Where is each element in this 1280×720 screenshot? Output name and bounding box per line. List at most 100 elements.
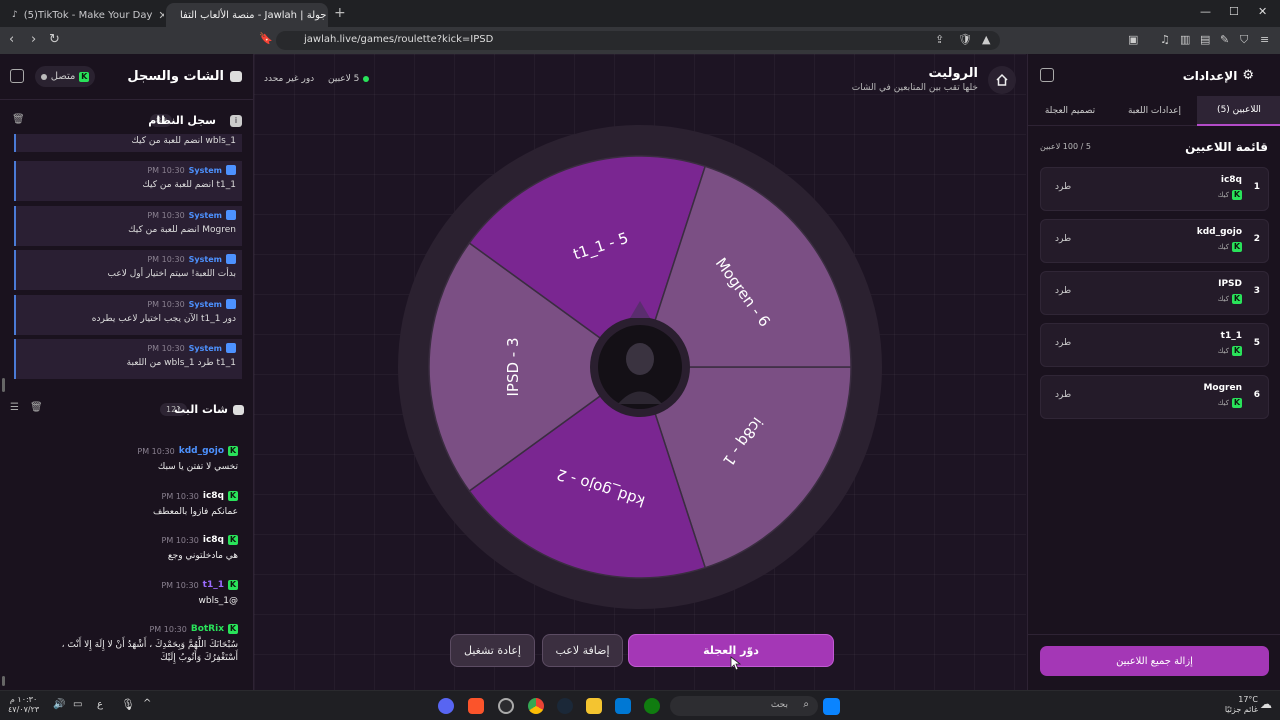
kick-icon: K [1232, 190, 1242, 200]
timestamp: 10:30 PM [161, 491, 199, 501]
tiktok-icon: ♪ [12, 10, 18, 20]
reset-button[interactable]: إعادة تشغيل [450, 634, 535, 667]
tab-label: تصميم العجلة [1044, 106, 1096, 116]
kick-icon: K [228, 624, 238, 634]
kick-icon: K [1232, 294, 1242, 304]
remove-all-players-button[interactable]: إزالة جميع اللاعبين [1040, 646, 1269, 676]
kick-player-button[interactable]: طرد [1055, 390, 1071, 400]
player-platform: K كيك [1218, 346, 1242, 356]
player-number: 6 [1253, 390, 1260, 400]
close-tab-icon[interactable]: ✕ [158, 9, 164, 22]
kick-player-button[interactable]: طرد [1055, 182, 1071, 192]
kick-player-button[interactable]: طرد [1055, 338, 1071, 348]
system-tray: ١٠:٣٠ م ٤٧/٠٧/٢٣ [8, 695, 39, 715]
settings-title: ⚙ الإعدادات [1183, 68, 1254, 83]
settings-tabs: اللاعبين (5) إعدادات اللعبة تصميم العجلة [1028, 96, 1280, 126]
volume-icon[interactable]: 🔊 [53, 699, 65, 710]
divider [1028, 634, 1280, 635]
forward-icon[interactable]: › [31, 32, 36, 47]
home-button[interactable] [988, 66, 1016, 94]
language-indicator[interactable]: ع [97, 699, 103, 710]
discord-icon[interactable] [438, 698, 454, 714]
microphone-icon[interactable]: 🎙 [121, 698, 135, 711]
kick-player-button[interactable]: طرد [1055, 286, 1071, 296]
tab-wheel-design[interactable]: تصميم العجلة [1028, 96, 1112, 126]
brave-shield-icon[interactable]: 🛡 [958, 33, 972, 46]
share-icon[interactable]: ⇪ [935, 33, 944, 46]
collapse-panel-icon[interactable] [1040, 68, 1054, 82]
brave-icon[interactable] [468, 698, 484, 714]
chat-username: BotRix [190, 624, 224, 634]
player-list-title: قائمة اللاعبين [1185, 140, 1268, 154]
timestamp: 10:30 PM [147, 299, 185, 309]
player-name: t1_1 [1220, 331, 1242, 341]
chevron-up-icon[interactable]: ^ [143, 698, 151, 709]
menu-icon[interactable]: ≡ [1260, 33, 1269, 46]
screenshot-icon[interactable]: ▣ [1128, 33, 1138, 46]
chat-message: Kic8q 10:30 PM عمانكم فازوا بالمعطف [0, 491, 254, 517]
player-number: 3 [1253, 286, 1260, 296]
kick-icon: K [228, 535, 238, 545]
settings-title-text: الإعدادات [1182, 68, 1238, 83]
add-player-label: إضافة لاعب [555, 644, 610, 657]
taskbar-search[interactable]: بحث ⌕ [670, 696, 818, 716]
system-log-header: 🗑 84 سجل النظام i [0, 109, 254, 135]
minimize-icon[interactable]: — [1200, 5, 1211, 18]
sender-name: System [188, 343, 222, 353]
reload-icon[interactable]: ↻ [49, 32, 60, 47]
steam-icon[interactable] [557, 698, 573, 714]
browser-tab-tiktok[interactable]: ♪ (5)TikTok - Make Your Day ✕ [4, 3, 164, 27]
chat-username: t1_1 [202, 580, 224, 590]
platform-label: كيك [1217, 399, 1229, 407]
info-icon: i [230, 115, 242, 127]
player-row: 3 IPSD K كيك طرد [1040, 271, 1269, 315]
chat-scrollbar[interactable] [2, 676, 5, 686]
wallet-icon[interactable]: ▤ [1200, 33, 1210, 46]
maximize-icon[interactable]: ☐ [1229, 5, 1239, 18]
music-icon[interactable]: ♫ [1160, 33, 1170, 46]
add-player-button[interactable]: إضافة لاعب [542, 634, 623, 667]
filter-icon[interactable]: ☰ [10, 402, 19, 413]
file-explorer-icon[interactable] [586, 698, 602, 714]
tab-title: جولة | Jawlah - منصة الألعاب التفا [180, 9, 327, 21]
xbox-icon[interactable] [644, 698, 660, 714]
close-window-icon[interactable]: ✕ [1258, 5, 1267, 18]
trash-icon[interactable]: 🗑 [12, 114, 25, 125]
player-platform: K كيك [1218, 398, 1242, 408]
chat-message: Kt1_1 10:30 PM @wbls_1 [0, 580, 254, 606]
network-icon[interactable]: ▭ [73, 699, 82, 710]
collapse-panel-icon[interactable] [10, 69, 24, 83]
timestamp: 10:30 PM [147, 210, 185, 220]
log-scrollbar[interactable] [2, 378, 5, 392]
online-dot-icon [363, 76, 370, 82]
back-icon[interactable]: ‹ [9, 32, 14, 47]
kick-icon: K [1232, 346, 1242, 356]
stream-chat-header: ☰ 🗑 121 شات البث [0, 397, 254, 423]
timestamp: 10:30 PM [149, 624, 187, 634]
kick-player-button[interactable]: طرد [1055, 234, 1071, 244]
clock-time: ١٠:٣٠ م [9, 695, 38, 704]
url-text: jawlah.live/games/roulette?kick=IPSD [304, 34, 494, 45]
windows-start-icon[interactable] [823, 698, 840, 715]
player-name: kdd_gojo [1196, 227, 1242, 237]
roulette-wheel[interactable]: ic8q - 1kdd_gojo - 2IPSD - 3t1_1 - 5Mogr… [397, 124, 883, 610]
obs-icon[interactable] [498, 698, 514, 714]
chat-text: عمانكم فازوا بالمعطف [153, 507, 238, 517]
store-icon[interactable] [615, 698, 631, 714]
rewards-icon[interactable]: ▲ [982, 33, 990, 46]
tab-game-settings[interactable]: إعدادات اللعبة [1112, 96, 1197, 126]
sidebar-icon[interactable]: ▥ [1180, 33, 1190, 46]
trash-icon[interactable]: 🗑 [30, 402, 43, 413]
timestamp: 10:30 PM [161, 535, 199, 545]
new-tab-button[interactable]: + [334, 5, 346, 21]
system-log-text: دور t1_1 الآن يجب اختيار لاعب يطرده [91, 314, 236, 324]
weather-widget[interactable]: 17°C غائم جزئيًا [1200, 695, 1258, 715]
timestamp: 10:30 PM [147, 165, 185, 175]
extensions-icon[interactable]: ✎ [1220, 33, 1229, 46]
tab-players[interactable]: اللاعبين (5) [1197, 96, 1280, 126]
bookmark-icon[interactable]: 🔖 [259, 32, 273, 45]
vpn-icon[interactable]: ⛉ [1240, 33, 1248, 47]
chrome-icon[interactable] [528, 698, 544, 714]
url-field[interactable]: jawlah.live/games/roulette?kick=IPSD [276, 31, 1000, 50]
browser-tab-jawlah[interactable]: جولة | Jawlah - منصة الألعاب التفا ✕ [166, 3, 328, 27]
